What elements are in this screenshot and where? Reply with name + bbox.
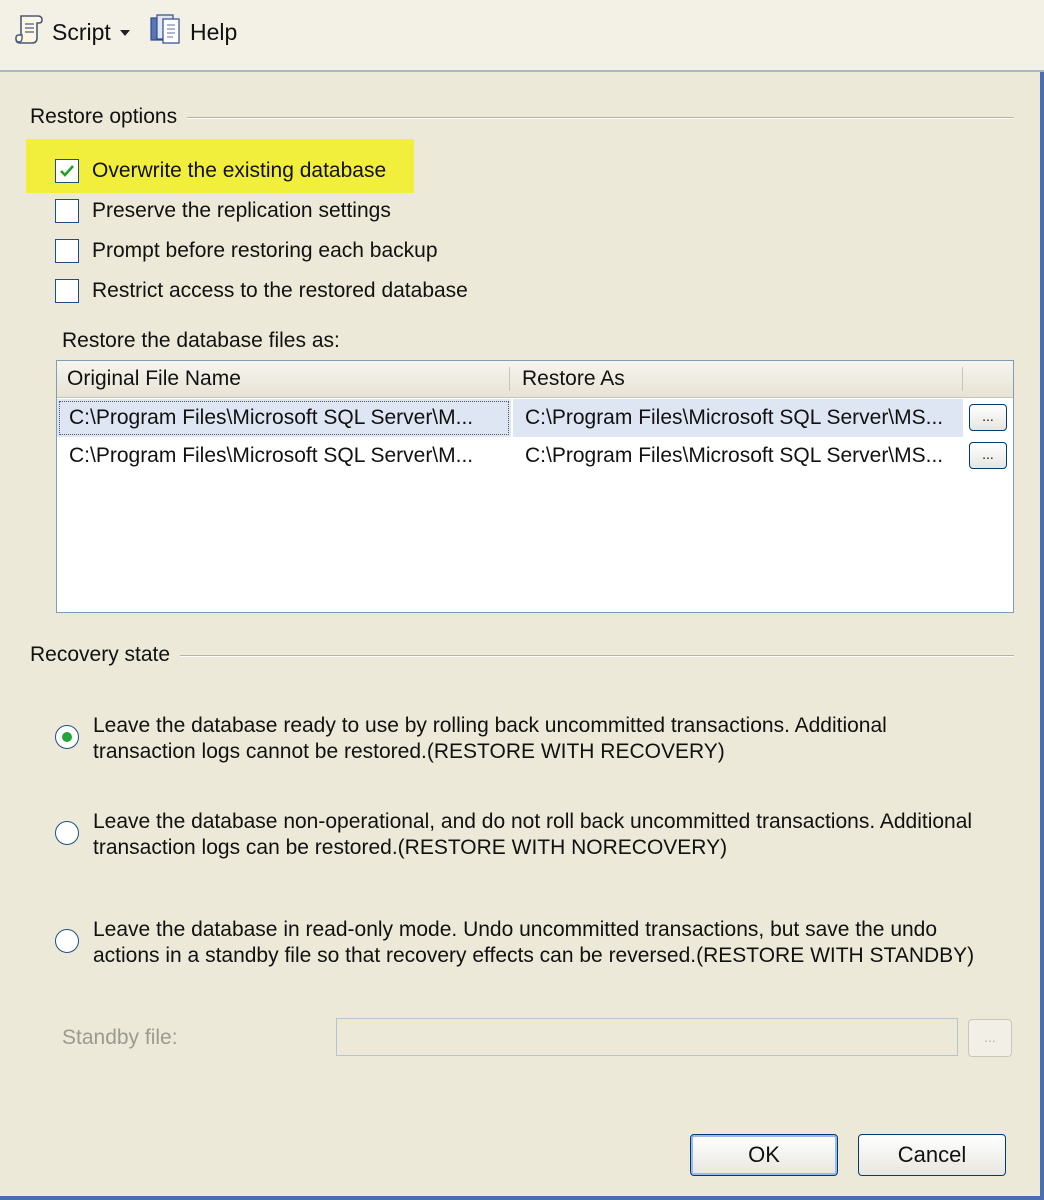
radio-label-line: transaction logs can be restored.(RESTOR… <box>93 836 728 859</box>
radio-restore-with-standby[interactable]: Leave the database in read-only mode. Un… <box>55 917 974 969</box>
cell-restore-as[interactable]: C:\Program Files\Microsoft SQL Server\MS… <box>513 399 963 437</box>
checkbox-label: Preserve the replication settings <box>92 199 391 222</box>
standby-browse-button: ... <box>968 1019 1012 1057</box>
checkmark-icon <box>60 165 74 177</box>
files-section-label: Restore the database files as: <box>62 329 340 352</box>
radio-button[interactable] <box>55 929 79 953</box>
radio-button[interactable] <box>55 821 79 845</box>
radio-label: Leave the database non-operational, and … <box>93 809 972 861</box>
cell-original-name[interactable]: C:\Program Files\Microsoft SQL Server\M.… <box>57 399 511 437</box>
checkbox-label: Overwrite the existing database <box>92 159 387 182</box>
browse-button[interactable]: ... <box>969 404 1007 431</box>
cell-original-name[interactable]: C:\Program Files\Microsoft SQL Server\M.… <box>57 437 511 475</box>
checkbox-box[interactable] <box>55 159 79 183</box>
column-header-original[interactable]: Original File Name <box>57 361 509 397</box>
column-header-restore-as[interactable]: Restore As <box>512 361 962 397</box>
radio-button[interactable] <box>55 725 79 749</box>
file-grid[interactable]: Original File Name Restore As C:\Program… <box>56 360 1014 613</box>
restore-options-title: Restore options <box>30 105 188 129</box>
help-icon <box>148 12 184 52</box>
checkbox-box[interactable] <box>55 199 79 223</box>
checkbox-prompt-before-restore[interactable]: Prompt before restoring each backup <box>55 236 438 266</box>
help-label: Help <box>190 18 238 45</box>
help-button[interactable]: Help <box>148 14 237 50</box>
checkbox-preserve-replication[interactable]: Preserve the replication settings <box>55 196 391 226</box>
toolbar: Script Help <box>0 0 1044 72</box>
ok-button[interactable]: OK <box>690 1134 838 1176</box>
table-row[interactable]: C:\Program Files\Microsoft SQL Server\M.… <box>57 437 1013 475</box>
radio-label-line: Leave the database in read-only mode. Un… <box>93 918 938 941</box>
grid-header: Original File Name Restore As <box>57 361 1013 398</box>
table-row[interactable]: C:\Program Files\Microsoft SQL Server\M.… <box>57 399 1013 437</box>
script-button[interactable]: Script <box>12 14 111 50</box>
column-separator[interactable] <box>509 367 510 391</box>
checkbox-box[interactable] <box>55 239 79 263</box>
radio-label-line: Leave the database non-operational, and … <box>93 810 973 833</box>
radio-label: Leave the database ready to use by rolli… <box>93 713 887 765</box>
cell-restore-as[interactable]: C:\Program Files\Microsoft SQL Server\MS… <box>513 437 963 475</box>
recovery-state-title: Recovery state <box>30 643 181 667</box>
standby-file-label: Standby file: <box>62 1026 178 1049</box>
checkbox-restrict-access[interactable]: Restrict access to the restored database <box>55 276 468 306</box>
radio-restore-with-norecovery[interactable]: Leave the database non-operational, and … <box>55 809 972 861</box>
radio-label-line: actions in a standby file so that recove… <box>93 944 975 967</box>
standby-file-input <box>336 1018 958 1056</box>
checkbox-box[interactable] <box>55 279 79 303</box>
radio-label-line: transaction logs cannot be restored.(RES… <box>93 740 725 763</box>
cancel-button[interactable]: Cancel <box>858 1134 1006 1176</box>
window-bottom-border <box>0 1196 1044 1200</box>
radio-label: Leave the database in read-only mode. Un… <box>93 917 974 969</box>
radio-restore-with-recovery[interactable]: Leave the database ready to use by rolli… <box>55 713 887 765</box>
script-dropdown-arrow[interactable] <box>118 14 132 50</box>
dropdown-arrow-icon <box>118 20 132 44</box>
browse-button[interactable]: ... <box>969 442 1007 469</box>
script-icon <box>12 12 46 52</box>
script-label: Script <box>52 18 111 45</box>
column-separator[interactable] <box>962 367 963 391</box>
radio-selected-dot <box>62 732 72 742</box>
checkbox-overwrite[interactable]: Overwrite the existing database <box>55 156 386 186</box>
radio-label-line: Leave the database ready to use by rolli… <box>93 714 887 737</box>
checkbox-label: Prompt before restoring each backup <box>92 239 438 262</box>
checkbox-label: Restrict access to the restored database <box>92 279 468 302</box>
window-right-border <box>1040 0 1044 1200</box>
